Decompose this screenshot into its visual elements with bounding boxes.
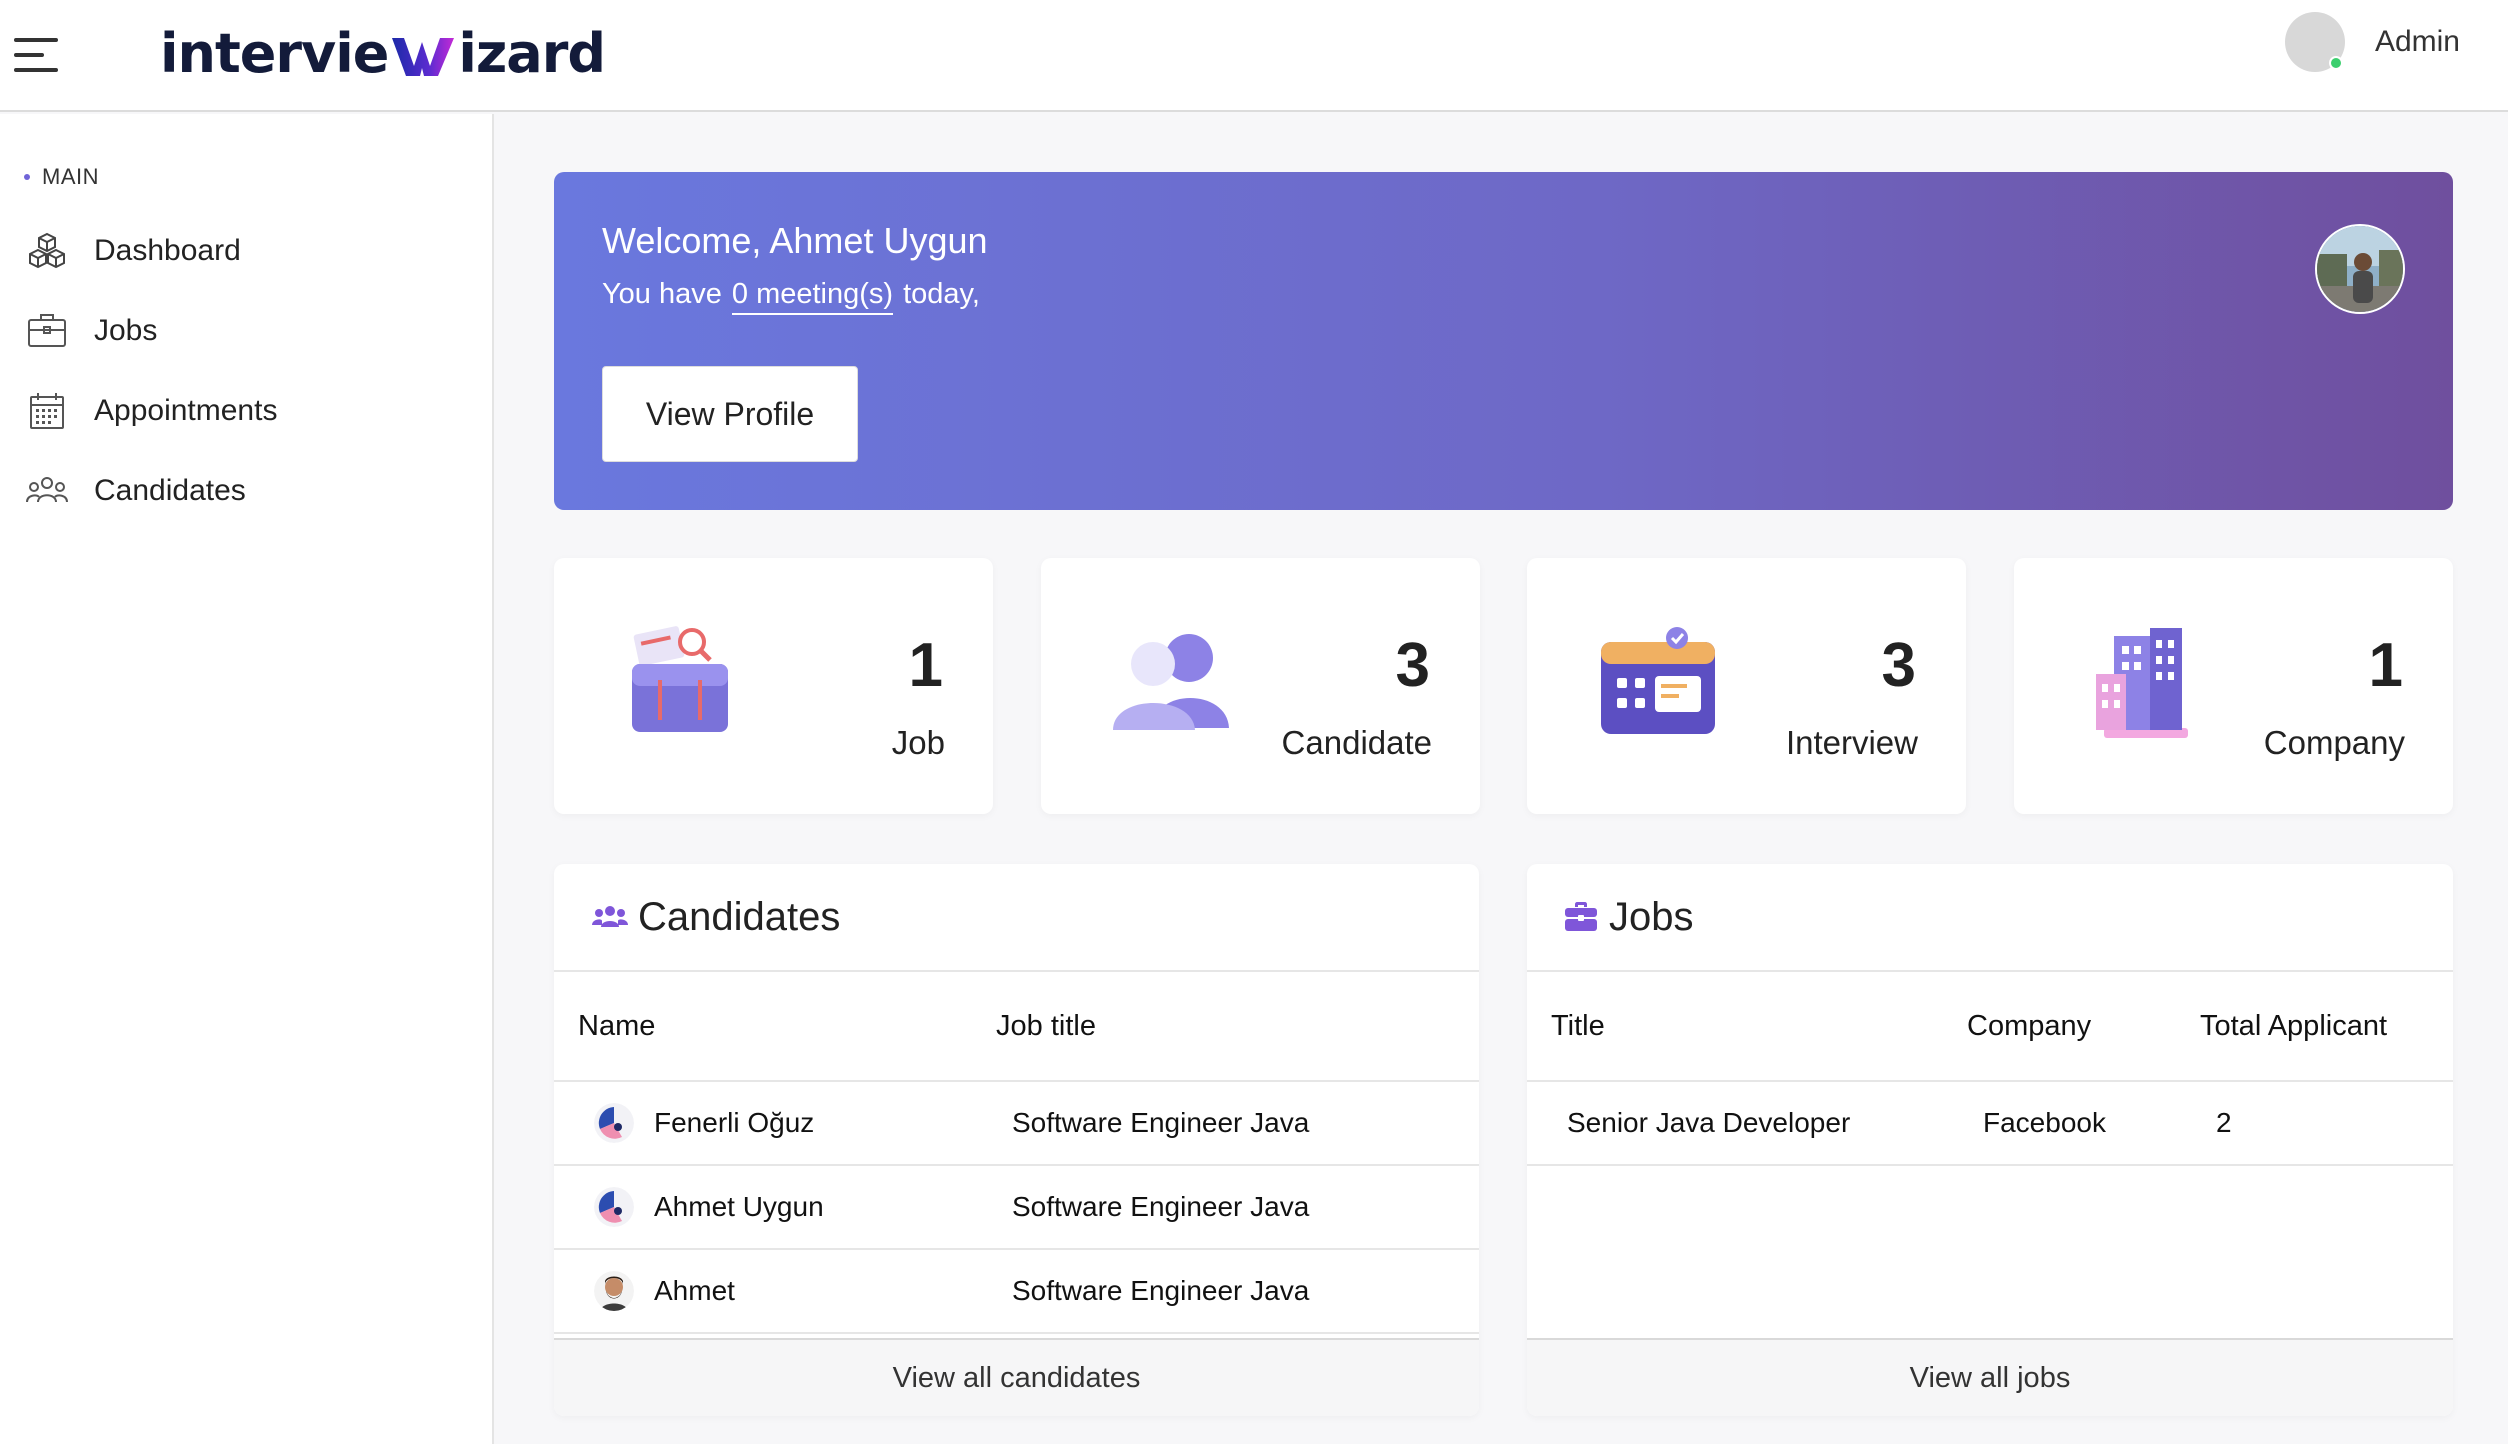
cube-icon: [29, 232, 65, 269]
online-status-dot: [2328, 56, 2343, 70]
sidebar-item-dashboard[interactable]: Dashboard: [26, 226, 241, 276]
job-applicants: 2: [2216, 1107, 2232, 1138]
briefcase-icon: [1565, 902, 1597, 931]
table-row[interactable]: Senior Java Developer Facebook 2: [1527, 1082, 2453, 1166]
candidate-job: Software Engineer Java: [1012, 1107, 1310, 1138]
welcome-subtitle: You have 0 meeting(s) today,: [602, 278, 980, 315]
admin-avatar[interactable]: [2284, 12, 2345, 72]
stat-value: 3: [1881, 631, 1916, 700]
candidate-name[interactable]: Fenerli Oğuz: [654, 1107, 814, 1139]
job-title[interactable]: Senior Java Developer: [1567, 1107, 1850, 1139]
column-header-company: Company: [1967, 1009, 2092, 1042]
profile-photo-image: [2317, 226, 2403, 312]
logo-text-left: intervie: [160, 21, 389, 85]
stat-card-candidates[interactable]: 3 Candidate: [1041, 558, 1480, 814]
calendar-icon: [30, 393, 64, 429]
jobs-panel: Jobs Title Company Total Applicant Senio…: [1527, 864, 2453, 1416]
avatar: [594, 1271, 634, 1311]
candidate-name[interactable]: Ahmet: [654, 1275, 735, 1307]
table-header: Name Job title: [554, 972, 1479, 1082]
candidate-job: Software Engineer Java: [1012, 1191, 1310, 1222]
table-row[interactable]: Ahmet Software Engineer Java: [554, 1250, 1479, 1334]
building-illustration-icon: [2096, 628, 2188, 738]
logo-w-mark-icon: [392, 38, 455, 76]
panel-title: Candidates: [638, 894, 841, 939]
column-header-title: Title: [1551, 1009, 1605, 1042]
column-header-total-applicant: Total Applicant: [2200, 1009, 2388, 1042]
sidebar-item-jobs[interactable]: Jobs: [26, 306, 157, 356]
view-profile-button[interactable]: View Profile: [602, 366, 858, 462]
stat-label: Job: [891, 724, 945, 761]
stat-label: Candidate: [1281, 724, 1432, 761]
menu-toggle-icon[interactable]: [14, 38, 58, 72]
logo-text-right: izard: [458, 21, 606, 85]
users-icon: [26, 477, 68, 503]
stat-card-companies[interactable]: 1 Company: [2014, 558, 2453, 814]
job-company: Facebook: [1983, 1107, 2106, 1138]
avatar: [594, 1103, 634, 1143]
admin-menu[interactable]: Admin: [2284, 12, 2460, 72]
briefcase-illustration-icon: [632, 626, 728, 732]
stat-value: 1: [908, 631, 943, 700]
bullet-icon: [24, 174, 30, 180]
welcome-card: Welcome, Ahmet Uygun You have 0 meeting(…: [554, 172, 2453, 510]
sidebar: MAIN Dashboard Jobs Appointments Candida…: [0, 114, 494, 1444]
candidates-panel: Candidates Name Job title Fenerli Oğuz S…: [554, 864, 1479, 1416]
avatar: [594, 1187, 634, 1227]
stat-label: Company: [2263, 724, 2405, 761]
candidates-panel-header: Candidates: [554, 864, 1479, 972]
welcome-sub-suffix: today,: [903, 278, 980, 310]
view-all-candidates-link[interactable]: View all candidates: [554, 1338, 1479, 1416]
users-illustration-icon: [1113, 634, 1229, 730]
briefcase-icon: [28, 314, 66, 347]
menu-section-label: MAIN: [42, 164, 99, 189]
sidebar-item-label: Candidates: [94, 474, 246, 507]
table-row[interactable]: Fenerli Oğuz Software Engineer Java: [554, 1082, 1479, 1166]
sidebar-item-label: Appointments: [94, 394, 278, 427]
candidate-job: Software Engineer Java: [1012, 1275, 1310, 1306]
app-logo[interactable]: intervie izard: [160, 18, 606, 88]
stat-value: 1: [2368, 631, 2403, 700]
stat-label: Interview: [1785, 724, 1918, 761]
table-row[interactable]: Ahmet Uygun Software Engineer Java: [554, 1166, 1479, 1250]
calendar-illustration-icon: [1601, 627, 1715, 734]
stat-card-jobs[interactable]: 1 Job: [554, 558, 993, 814]
table-header: Title Company Total Applicant: [1527, 972, 2453, 1082]
stat-value: 3: [1395, 631, 1430, 700]
welcome-title: Welcome, Ahmet Uygun: [602, 220, 988, 261]
menu-section-title: MAIN: [24, 164, 99, 190]
user-profile-photo[interactable]: [2315, 224, 2405, 314]
sidebar-item-label: Jobs: [94, 314, 158, 347]
meetings-link[interactable]: 0 meeting(s): [731, 278, 894, 315]
top-header: intervie izard Admin: [0, 0, 2508, 112]
stat-card-interviews[interactable]: 3 Interview: [1527, 558, 1966, 814]
column-header-job-title: Job title: [996, 1009, 1096, 1042]
candidate-name[interactable]: Ahmet Uygun: [654, 1191, 824, 1223]
panel-title: Jobs: [1609, 894, 1694, 939]
jobs-panel-header: Jobs: [1527, 864, 2453, 972]
view-all-jobs-link[interactable]: View all jobs: [1527, 1338, 2453, 1416]
users-icon: [592, 906, 628, 927]
sidebar-item-label: Dashboard: [94, 234, 241, 267]
sidebar-item-appointments[interactable]: Appointments: [26, 386, 277, 436]
welcome-sub-prefix: You have: [602, 278, 722, 310]
column-header-name: Name: [578, 1009, 656, 1042]
sidebar-item-candidates[interactable]: Candidates: [26, 466, 246, 516]
admin-name[interactable]: Admin: [2375, 25, 2460, 59]
